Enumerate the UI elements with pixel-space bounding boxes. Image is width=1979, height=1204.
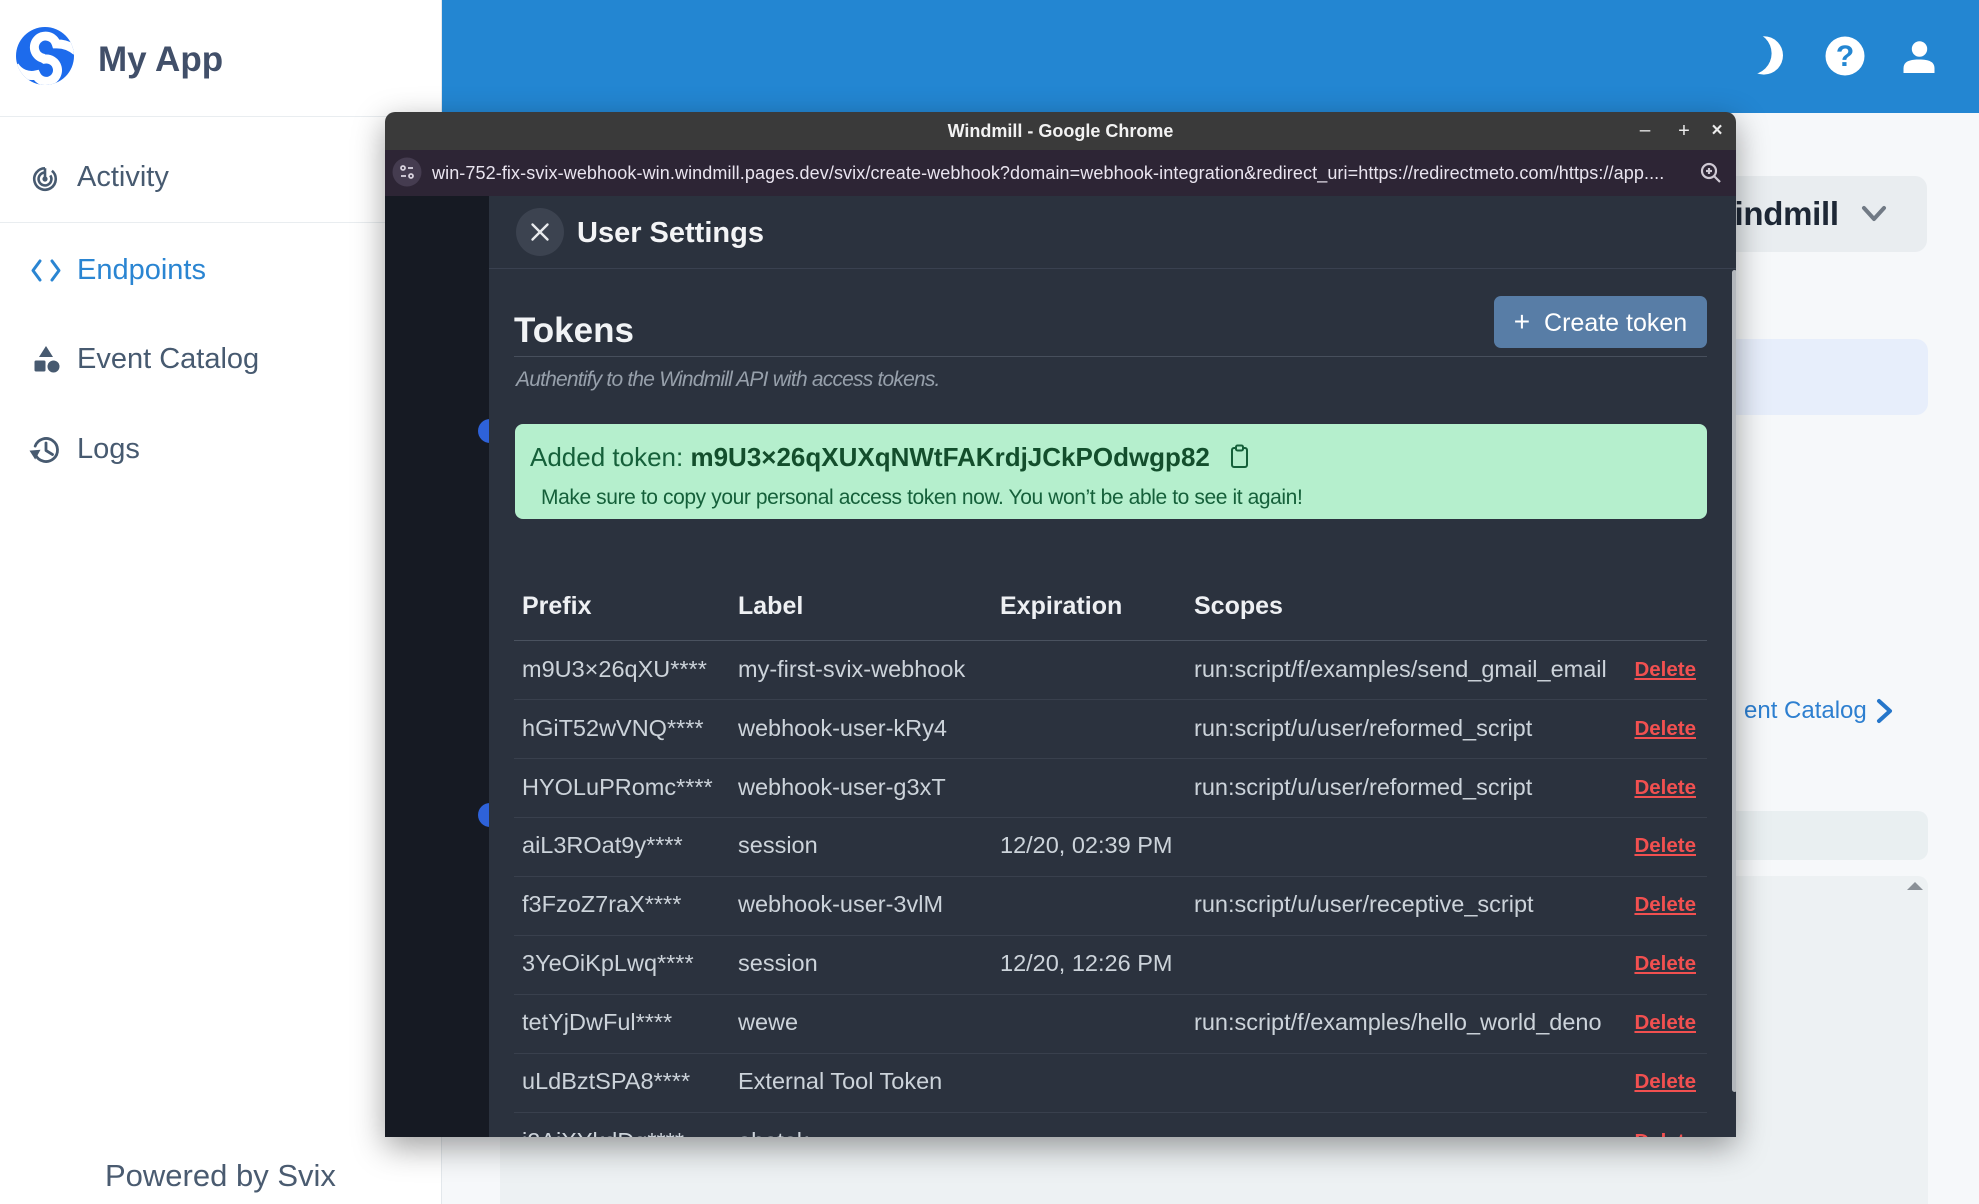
svg-text:?: ? xyxy=(1836,40,1854,73)
